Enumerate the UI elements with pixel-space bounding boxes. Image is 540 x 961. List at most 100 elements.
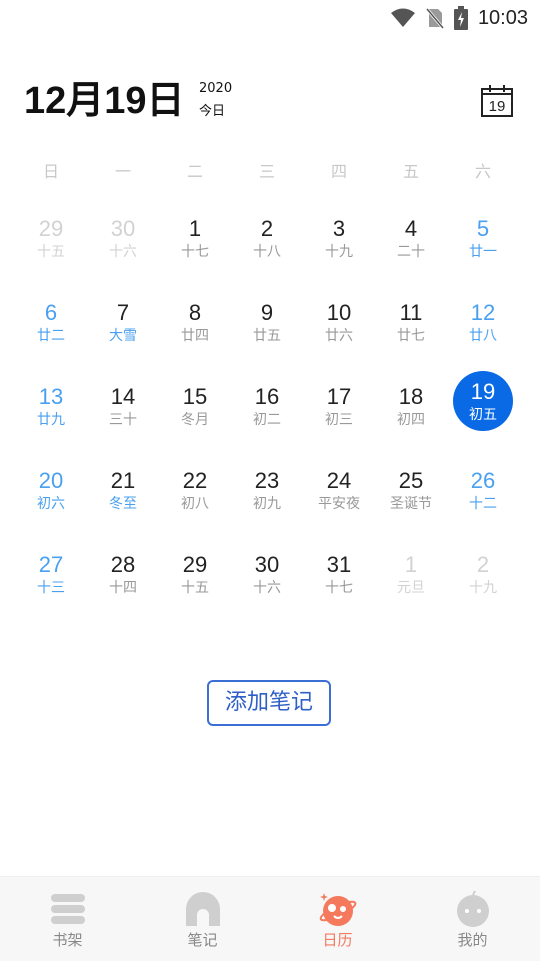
nav-item-profile[interactable]: 我的: [405, 877, 540, 961]
weekday-header: 日 一 二 三 四 五 六: [15, 158, 519, 182]
lunar-date: 廿四: [181, 328, 209, 344]
calendar-day[interactable]: 1 元旦: [375, 541, 447, 625]
nav-label: 书架: [52, 931, 83, 949]
day-number: 5: [476, 216, 490, 241]
calendar-day[interactable]: 5 廿一: [447, 205, 519, 289]
lunar-date: 初三: [325, 412, 353, 428]
nav-item-bookshelf[interactable]: 书架: [0, 877, 135, 961]
calendar-day[interactable]: 10 廿六: [303, 289, 375, 373]
lunar-date: 初六: [37, 496, 65, 512]
day-number: 1: [188, 216, 202, 241]
nav-label: 日历: [322, 931, 353, 949]
calendar-day[interactable]: 17 初三: [303, 373, 375, 457]
day-number: 21: [110, 468, 136, 493]
calendar-day[interactable]: 9 廿五: [231, 289, 303, 373]
calendar-day[interactable]: 28 十四: [87, 541, 159, 625]
day-number: 2: [476, 552, 490, 577]
lunar-date: 廿七: [397, 328, 425, 344]
calendar-day[interactable]: 13 廿九: [15, 373, 87, 457]
day-number: 23: [254, 468, 280, 493]
note-icon: [185, 892, 220, 926]
weekday-label: 五: [402, 162, 419, 181]
calendar-day[interactable]: 8 廿四: [159, 289, 231, 373]
calendar-day[interactable]: 18 初四: [375, 373, 447, 457]
day-number: 28: [110, 552, 136, 577]
lunar-date: 初八: [181, 496, 209, 512]
nav-item-notes[interactable]: 笔记: [135, 877, 270, 961]
day-number: 15: [182, 384, 208, 409]
calendar-icon: 19: [481, 85, 513, 117]
add-note-button[interactable]: 添加笔记: [207, 680, 331, 726]
lunar-date: 平安夜: [318, 496, 360, 512]
calendar-day[interactable]: 16 初二: [231, 373, 303, 457]
lunar-date: 十五: [181, 580, 209, 596]
lunar-date: 廿八: [469, 328, 497, 344]
wifi-icon: [390, 8, 415, 27]
day-number: 25: [398, 468, 424, 493]
weekday-label: 六: [474, 162, 491, 181]
calendar-day[interactable]: 27 十三: [15, 541, 87, 625]
lunar-date: 廿二: [37, 328, 65, 344]
lunar-date: 二十: [397, 244, 425, 260]
calendar-day[interactable]: 24 平安夜: [303, 457, 375, 541]
date-header: 12月19日 2020 今日 19: [24, 78, 516, 128]
calendar-day[interactable]: 2 十九: [447, 541, 519, 625]
lunar-date: 十六: [253, 580, 281, 596]
lunar-date: 大雪: [109, 328, 137, 344]
lunar-date: 初九: [253, 496, 281, 512]
lunar-date: 十九: [469, 580, 497, 596]
calendar-today-button[interactable]: 19: [480, 84, 514, 118]
day-number: 29: [182, 552, 208, 577]
weekday-label: 日: [42, 162, 59, 181]
calendar-day[interactable]: 30 十六: [231, 541, 303, 625]
calendar-day[interactable]: 29 十五: [15, 205, 87, 289]
lunar-date: 廿一: [469, 244, 497, 260]
day-number: 1: [404, 552, 418, 577]
calendar-day[interactable]: 29 十五: [159, 541, 231, 625]
calendar-day[interactable]: 7 大雪: [87, 289, 159, 373]
lunar-date: 十六: [109, 244, 137, 260]
calendar-day[interactable]: 25 圣诞节: [375, 457, 447, 541]
weekday-label: 三: [258, 162, 275, 181]
calendar-icon-day: 19: [489, 98, 506, 115]
calendar-day[interactable]: 20 初六: [15, 457, 87, 541]
day-number: 16: [254, 384, 280, 409]
nav-item-calendar[interactable]: 日历: [270, 877, 405, 961]
calendar-day[interactable]: 11 廿七: [375, 289, 447, 373]
calendar-day[interactable]: 22 初八: [159, 457, 231, 541]
calendar-day[interactable]: 2 十八: [231, 205, 303, 289]
calendar-day[interactable]: 30 十六: [87, 205, 159, 289]
calendar-day[interactable]: 15 冬月: [159, 373, 231, 457]
weekday-label: 二: [186, 162, 203, 181]
weekday-label: 四: [330, 162, 347, 181]
nav-label: 我的: [457, 931, 488, 949]
day-number: 7: [116, 300, 130, 325]
calendar-day[interactable]: 31 十七: [303, 541, 375, 625]
calendar-day[interactable]: 26 十二: [447, 457, 519, 541]
calendar-day[interactable]: 3 十九: [303, 205, 375, 289]
lunar-date: 元旦: [397, 580, 425, 596]
lunar-date: 初二: [253, 412, 281, 428]
day-number: 12: [470, 300, 496, 325]
day-number: 13: [38, 384, 64, 409]
calendar-day[interactable]: 14 三十: [87, 373, 159, 457]
calendar-day[interactable]: 23 初九: [231, 457, 303, 541]
bookshelf-icon: [50, 894, 85, 924]
lunar-date: 十八: [253, 244, 281, 260]
day-number: 6: [44, 300, 58, 325]
calendar-day[interactable]: 1 十七: [159, 205, 231, 289]
planet-icon: [319, 893, 356, 926]
calendar-day-selected[interactable]: 19 初五: [447, 371, 519, 457]
calendar-day[interactable]: 21 冬至: [87, 457, 159, 541]
today-label: 今日: [199, 104, 226, 119]
calendar-day[interactable]: 4 二十: [375, 205, 447, 289]
status-time: 10:03: [477, 6, 528, 29]
day-number: 8: [188, 300, 202, 325]
lunar-date: 初四: [397, 412, 425, 428]
calendar-grid: 29 十五 30 十六 1 十七 2 十八 3 十九 4 二十 5 廿一 6 廿二 7 大雪 8 廿四 9 廿五 10 廿六 1…: [15, 205, 519, 625]
bottom-nav: 书架 笔记 日历 我的: [0, 876, 540, 961]
calendar-day[interactable]: 6 廿二: [15, 289, 87, 373]
calendar-day[interactable]: 12 廿八: [447, 289, 519, 373]
year-label: 2020: [199, 81, 233, 96]
day-number: 19: [470, 379, 496, 404]
